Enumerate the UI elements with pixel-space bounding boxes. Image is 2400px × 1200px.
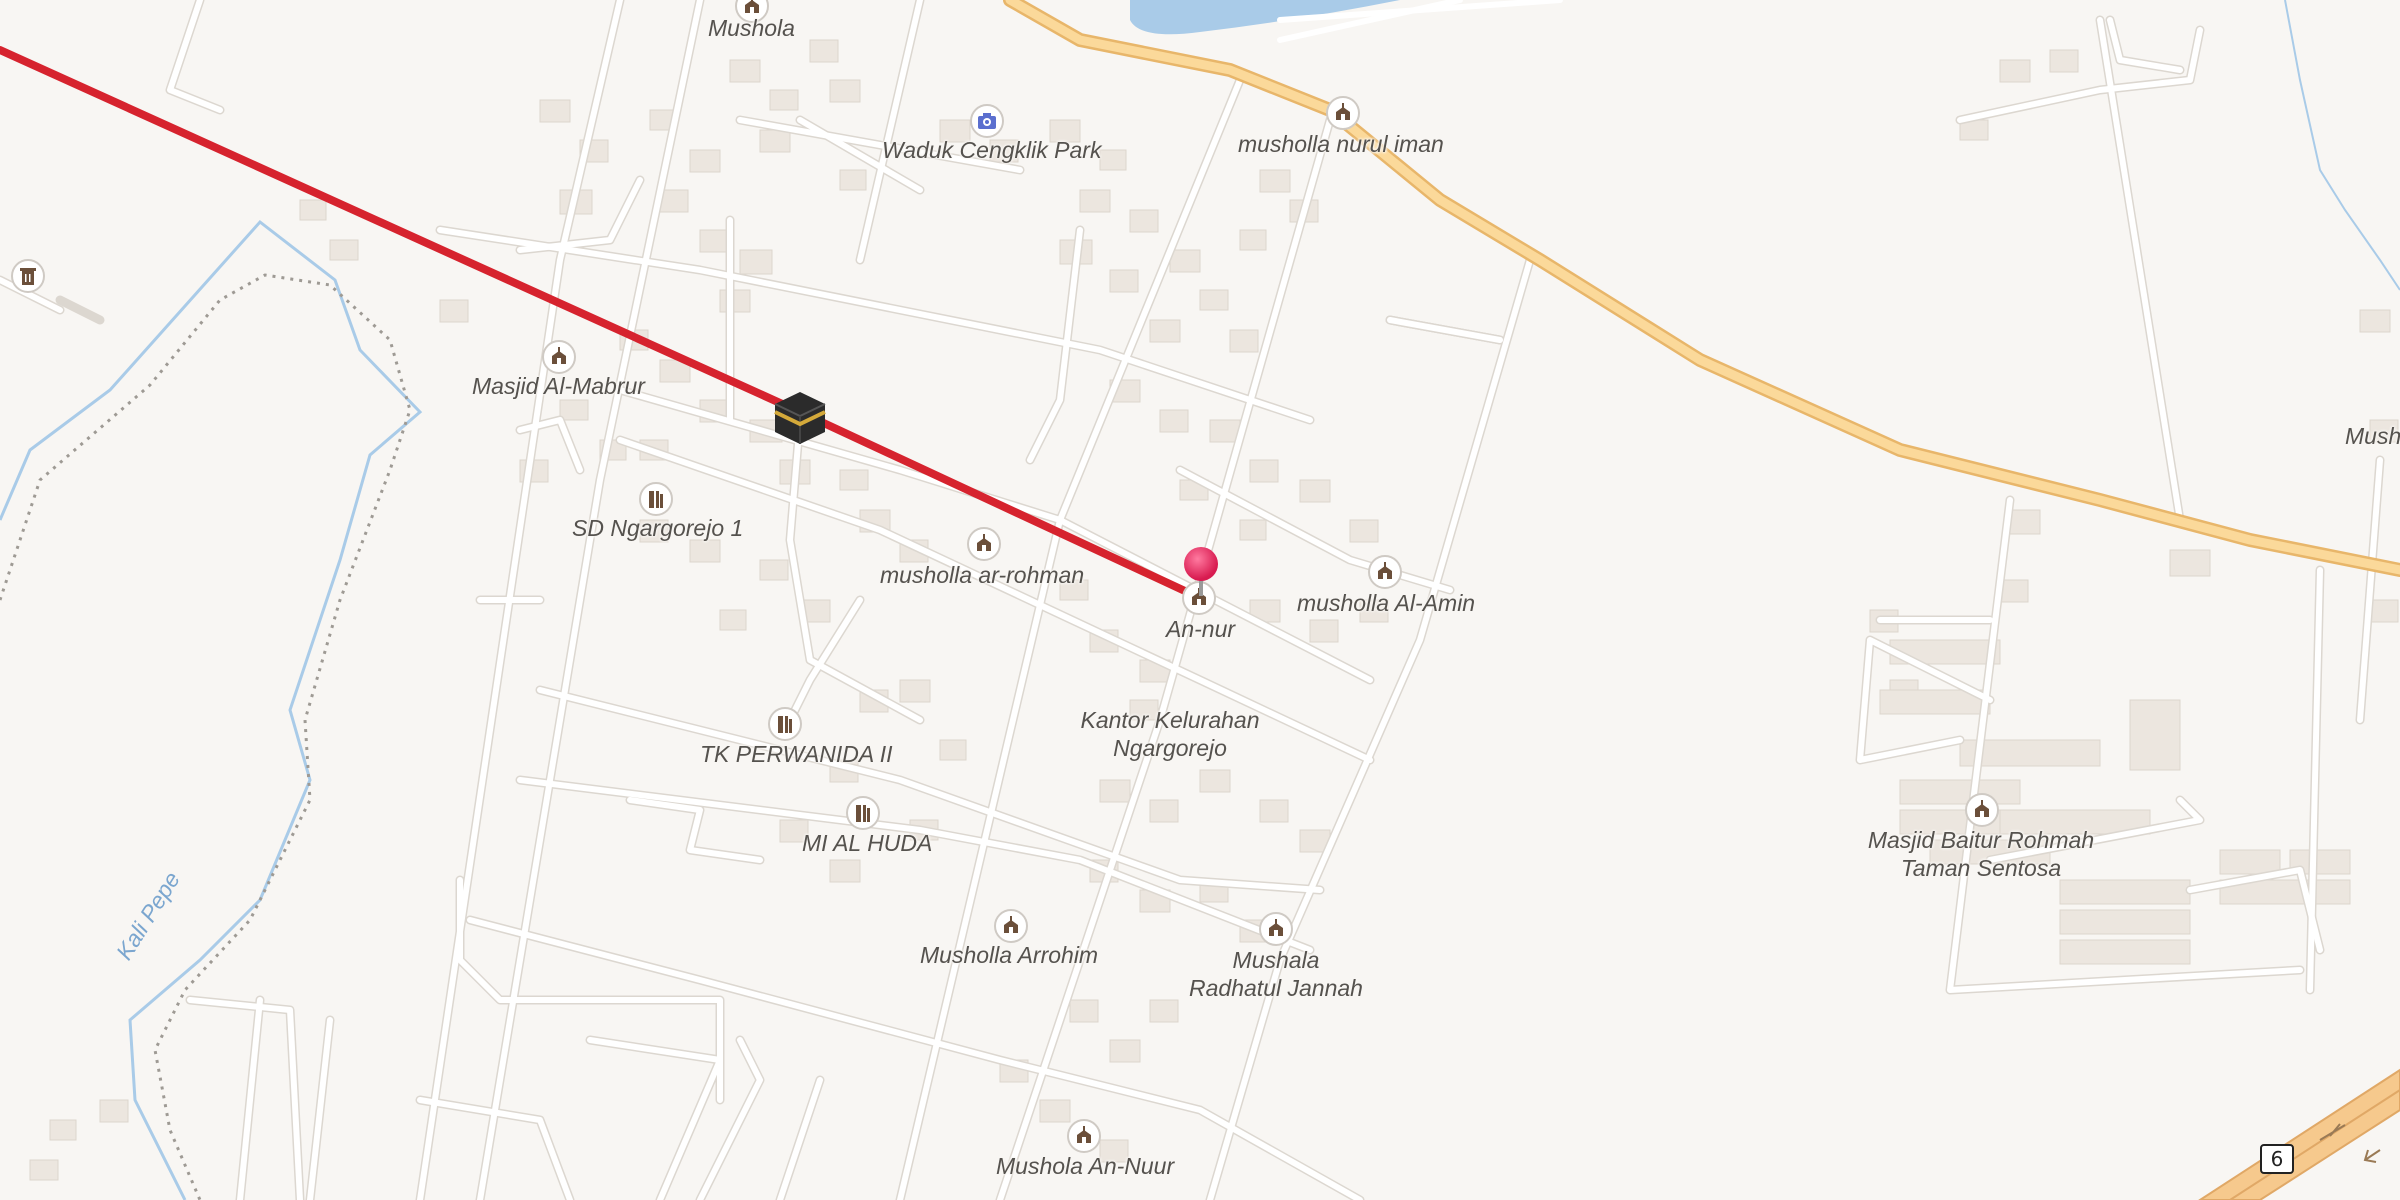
- school-icon[interactable]: [768, 707, 802, 741]
- mosque-icon[interactable]: [1965, 793, 1999, 827]
- buildings: [29, 39, 2399, 1181]
- label-radhatul-line1: Mushala: [1232, 947, 1320, 973]
- kaaba-icon[interactable]: [769, 386, 831, 448]
- mosque-icon[interactable]: [1067, 1119, 1101, 1153]
- map-canvas[interactable]: 6 Mushola Waduk Cengklik Park musholla n…: [0, 0, 2400, 1200]
- road-shield: 6: [2260, 1144, 2294, 1174]
- label-musholla-arrohim: Musholla Arrohim: [920, 942, 1099, 968]
- label-masjid-al-mabrur: Masjid Al-Mabrur: [472, 373, 645, 399]
- label-radhatul-line2: Radhatul Jannah: [1189, 975, 1363, 1001]
- label-baitur-line2: Taman Sentosa: [1900, 855, 2062, 881]
- primary-road: [1003, 0, 2400, 577]
- label-kantor-line2: Ngargorejo: [1113, 735, 1227, 761]
- label-mi-al-huda: MI AL HUDA: [802, 830, 933, 856]
- school-icon[interactable]: [639, 482, 673, 516]
- label-waduk-cengklik-park: Waduk Cengklik Park: [882, 137, 1102, 163]
- label-musholla-al-amin: musholla Al-Amin: [1297, 590, 1476, 616]
- waste-basket-icon[interactable]: [11, 259, 45, 293]
- label-mushola: Mushola: [708, 15, 795, 41]
- label-tk-perwanida: TK PERWANIDA II: [700, 741, 893, 767]
- location-marker-icon[interactable]: [1181, 544, 1221, 598]
- stream-east: [2284, 0, 2400, 291]
- label-kantor-line1: Kantor Kelurahan: [1080, 707, 1260, 733]
- school-icon[interactable]: [846, 796, 880, 830]
- mosque-icon[interactable]: [994, 909, 1028, 943]
- mosque-icon[interactable]: [967, 527, 1001, 561]
- label-mushala-radhatul-jannah: Mushala Radhatul Jannah: [1116, 946, 1436, 1002]
- mosque-icon[interactable]: [542, 340, 576, 374]
- label-mush-edge: Mush: [2345, 423, 2400, 449]
- admin-boundary: [0, 273, 412, 1200]
- label-an-nur: An-nur: [1166, 616, 1236, 642]
- label-musholla-ar-rohman: musholla ar-rohman: [880, 562, 1085, 588]
- label-baitur-line1: Masjid Baitur Rohmah: [1867, 827, 2095, 853]
- motorway: [2198, 1068, 2400, 1200]
- label-mushola-an-nuur: Mushola An-Nuur: [996, 1153, 1175, 1179]
- river-kali-pepe: [0, 219, 423, 1200]
- label-musholla-nurul-iman: musholla nurul iman: [1238, 131, 1444, 157]
- mosque-icon[interactable]: [1368, 555, 1402, 589]
- camera-icon[interactable]: [970, 104, 1004, 138]
- label-kantor-kelurahan: Kantor Kelurahan Ngargorejo: [1010, 706, 1330, 762]
- mosque-icon[interactable]: [1259, 912, 1293, 946]
- label-masjid-baitur-rohmah: Masjid Baitur Rohmah Taman Sentosa: [1821, 826, 2141, 882]
- label-sd-ngargorejo: SD Ngargorejo 1: [572, 515, 744, 541]
- mosque-icon[interactable]: [1326, 96, 1360, 130]
